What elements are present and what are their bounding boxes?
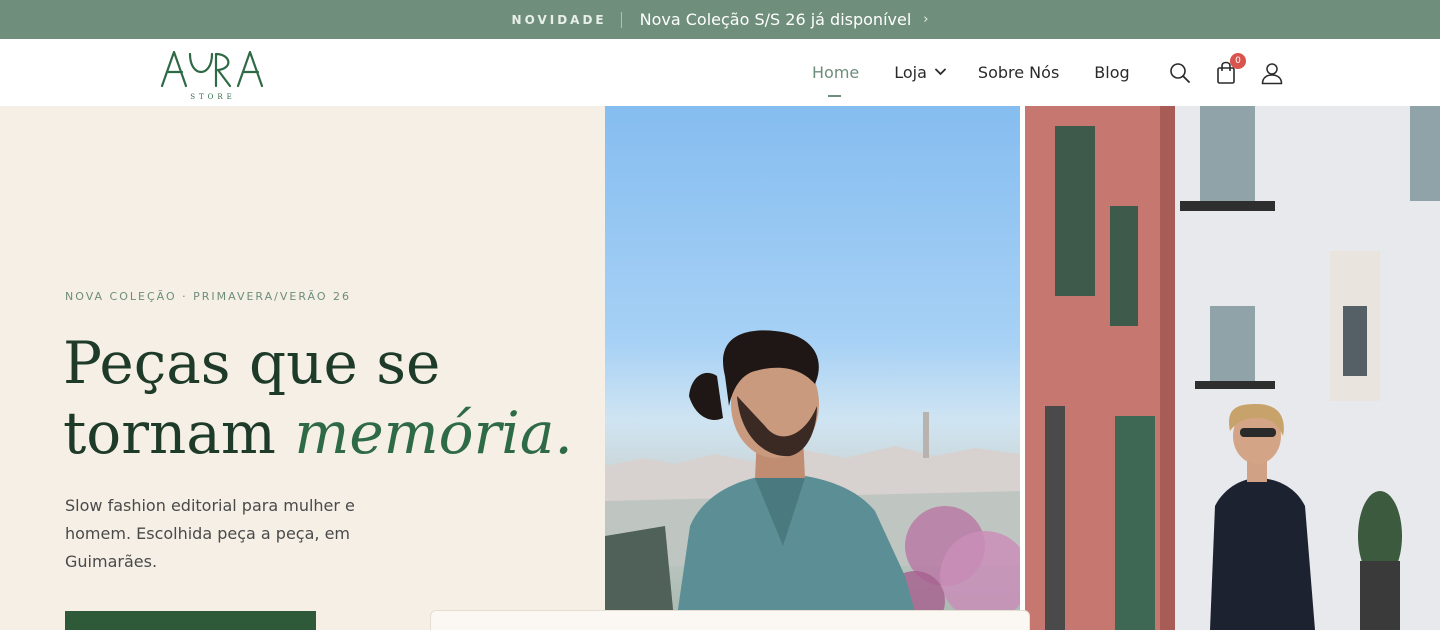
nav-item-loja[interactable]: Loja xyxy=(894,63,946,82)
cart-icon[interactable]: 0 xyxy=(1214,52,1246,85)
cart-count-badge: 0 xyxy=(1230,52,1246,69)
chevron-down-icon xyxy=(935,66,946,79)
header-actions: 0 xyxy=(1168,39,1284,106)
hero-eyebrow: NOVA COLEÇÃO · PRIMAVERA/VERÃO 26 xyxy=(65,290,352,303)
announcement-divider xyxy=(620,11,622,28)
nav-item-blog[interactable]: Blog xyxy=(1094,63,1129,82)
logo[interactable]: STORE xyxy=(160,48,270,101)
nav-item-loja-label: Loja xyxy=(894,63,927,82)
announcement-tag: NOVIDADE xyxy=(511,12,607,27)
hero-text-panel: NOVA COLEÇÃO · PRIMAVERA/VERÃO 26 Peças … xyxy=(0,106,605,630)
search-icon[interactable] xyxy=(1168,61,1192,85)
floating-card xyxy=(430,610,1030,630)
hero-image-woman xyxy=(1025,106,1440,630)
hero-cta-button[interactable] xyxy=(65,611,316,630)
nav-item-home[interactable]: Home xyxy=(812,63,859,97)
hero-headline-line1: Peças que se xyxy=(63,329,441,397)
announcement-bar[interactable]: NOVIDADE Nova Coleção S/S 26 já disponív… xyxy=(0,0,1440,39)
hero-headline-line2: tornam xyxy=(63,399,295,467)
logo-subtitle: STORE xyxy=(190,93,236,101)
main-nav: Home Loja Sobre Nós Blog xyxy=(812,39,1130,106)
announcement-message[interactable]: Nova Coleção S/S 26 já disponível xyxy=(640,10,912,29)
user-icon[interactable] xyxy=(1260,61,1284,85)
hero-image-woman-art xyxy=(1025,106,1440,630)
hero-image-man xyxy=(605,106,1020,630)
hero-headline-emphasis: memória. xyxy=(294,399,573,467)
hero-headline: Peças que se tornam memória. xyxy=(63,328,573,468)
site-header: STORE Home Loja Sobre Nós Blog 0 xyxy=(0,39,1440,106)
nav-item-sobre-nos[interactable]: Sobre Nós xyxy=(978,63,1059,82)
logo-wordmark xyxy=(160,50,264,88)
chevron-right-icon: › xyxy=(923,12,929,27)
hero-image-man-art xyxy=(605,330,1020,630)
hero-description: Slow fashion editorial para mulher e hom… xyxy=(65,496,355,571)
